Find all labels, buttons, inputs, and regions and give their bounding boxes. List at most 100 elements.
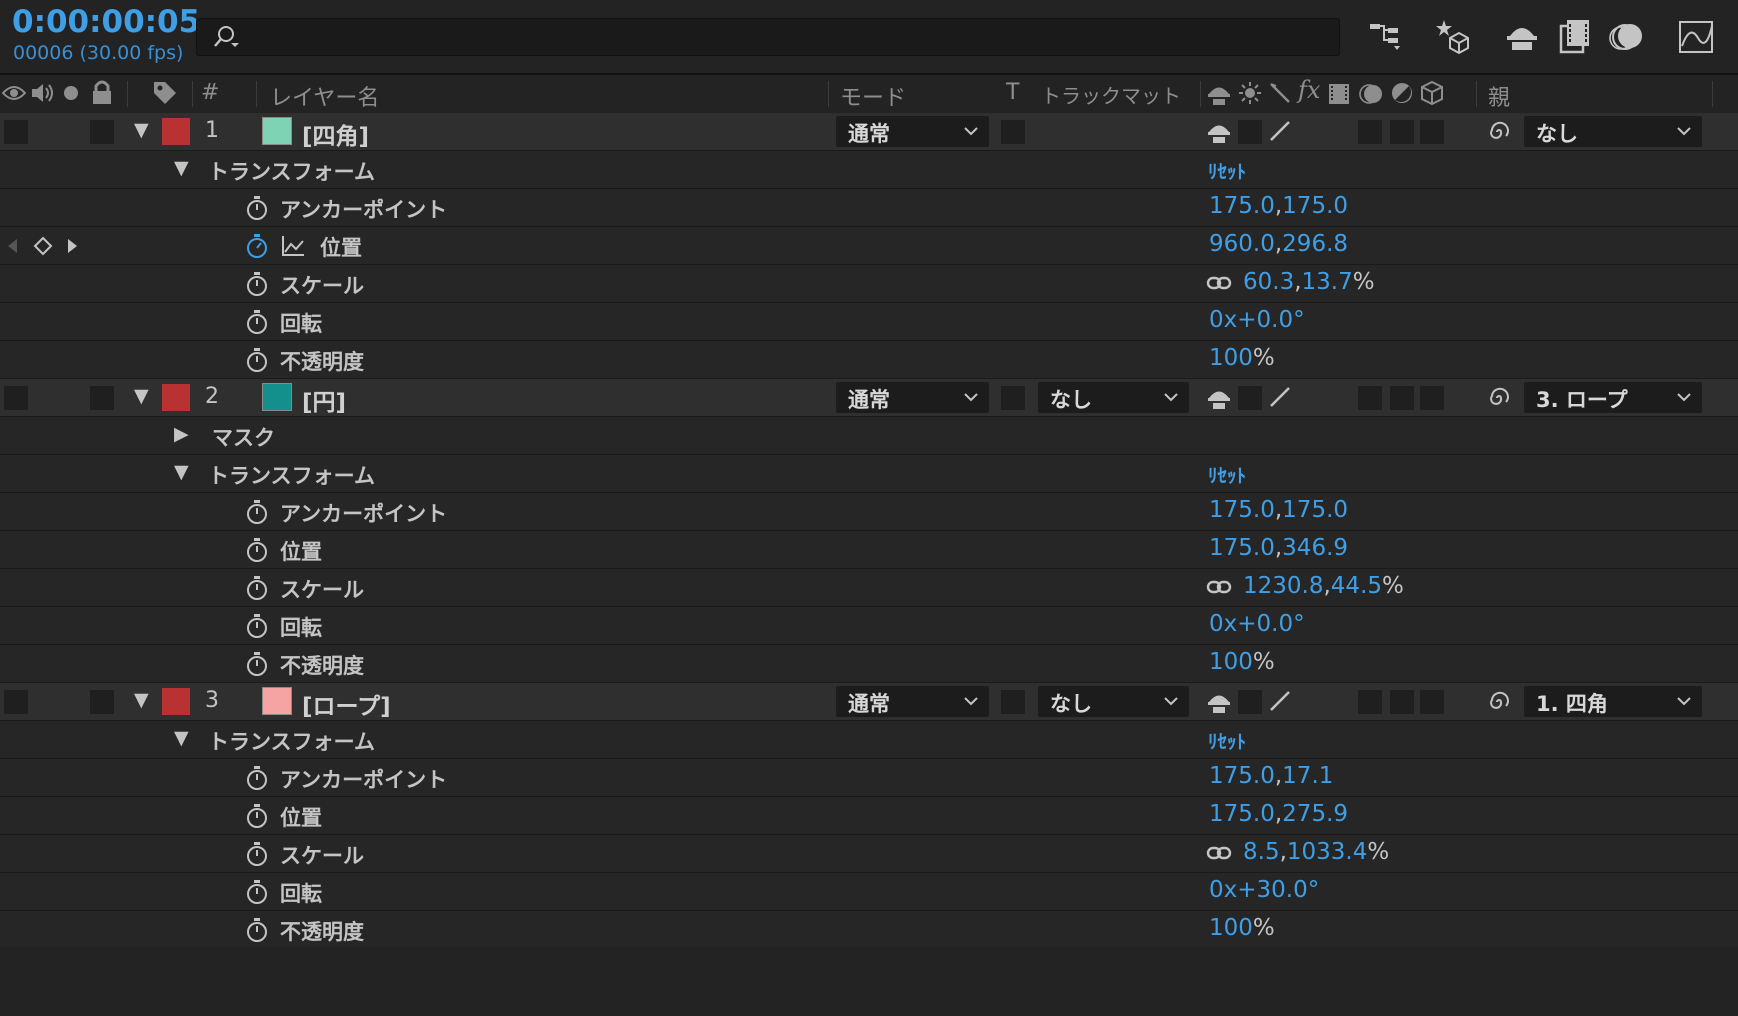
solo-dot-icon[interactable] — [63, 85, 79, 101]
parent-dropdown[interactable]: 3. ロープ — [1524, 382, 1702, 413]
value-x[interactable]: 1230.8 — [1243, 573, 1323, 599]
frame-blend-icon[interactable] — [1555, 16, 1595, 56]
motion-blur-icon[interactable] — [1608, 16, 1648, 56]
track-matte-dropdown[interactable]: なし — [1038, 382, 1189, 413]
value-y[interactable]: 296.8 — [1282, 231, 1348, 257]
value-y[interactable]: 175.0 — [1282, 193, 1348, 219]
motion-blur-switch[interactable] — [1358, 386, 1382, 410]
stopwatch-icon[interactable] — [245, 537, 269, 563]
mode-dropdown[interactable]: 通常 — [836, 116, 989, 147]
reset-link[interactable]: ﾘｾｯﾄ — [1208, 157, 1246, 184]
value-x[interactable]: 175.0 — [1209, 193, 1275, 219]
stopwatch-icon[interactable] — [245, 841, 269, 867]
effect-fx-icon[interactable]: fx — [1298, 76, 1320, 104]
av-visibility-switch[interactable] — [4, 690, 28, 714]
reset-link[interactable]: ﾘｾｯﾄ — [1208, 727, 1246, 754]
shy-switch-icon[interactable] — [1206, 385, 1232, 411]
property-value[interactable]: 175.0,275.9 — [1209, 801, 1348, 827]
property-value[interactable]: 0x+0.0° — [1209, 307, 1305, 333]
property-value[interactable]: 1230.8,44.5% — [1243, 573, 1404, 599]
graph-editor-icon[interactable] — [1676, 16, 1716, 56]
value-x[interactable]: 175.0 — [1209, 497, 1275, 523]
collapsed-triangle-icon[interactable]: ▶ — [174, 423, 189, 445]
3d-switch[interactable] — [1420, 120, 1444, 144]
layer-name[interactable]: [四角] — [302, 117, 369, 151]
layer-name[interactable]: [ロープ] — [302, 687, 391, 721]
adjustment-switch[interactable] — [1390, 120, 1414, 144]
value-y[interactable]: 44.5 — [1331, 573, 1382, 599]
adjustment-layer-icon[interactable] — [1390, 81, 1414, 105]
reset-link[interactable]: ﾘｾｯﾄ — [1208, 461, 1246, 488]
shy-switch-icon[interactable] — [1206, 689, 1232, 715]
current-time-display[interactable]: 0:00:00:05 — [12, 4, 200, 40]
lock-icon[interactable] — [91, 79, 113, 105]
label-tag-icon[interactable] — [152, 80, 178, 106]
property-value[interactable]: 175.0,17.1 — [1209, 763, 1333, 789]
3d-layer-icon[interactable] — [1420, 80, 1444, 106]
value-x[interactable]: 175.0 — [1209, 763, 1275, 789]
collapse-sun-icon[interactable] — [1238, 81, 1262, 105]
property-value[interactable]: 175.0,346.9 — [1209, 535, 1348, 561]
shy-switch-icon[interactable] — [1206, 119, 1232, 145]
value-x[interactable]: 100 — [1209, 345, 1253, 371]
stopwatch-icon[interactable] — [245, 651, 269, 677]
quality-switch-icon[interactable] — [1268, 689, 1292, 713]
shy-icon[interactable] — [1502, 16, 1542, 56]
value-x[interactable]: 175.0 — [1209, 801, 1275, 827]
value-x[interactable]: 8.5 — [1243, 839, 1280, 865]
pick-whip-icon[interactable] — [1486, 689, 1512, 715]
stopwatch-icon[interactable] — [245, 803, 269, 829]
frame-blend-switch-icon[interactable] — [1326, 81, 1352, 107]
value-y[interactable]: 346.9 — [1282, 535, 1348, 561]
adjustment-switch[interactable] — [1390, 690, 1414, 714]
speaker-icon[interactable] — [30, 81, 56, 105]
transform-group-row[interactable]: ▼ トランスフォーム ﾘｾｯﾄ — [0, 721, 1738, 759]
stopwatch-icon[interactable] — [245, 765, 269, 791]
layer-name[interactable]: [円] — [302, 383, 346, 417]
label-color-swatch[interactable] — [162, 688, 190, 715]
pick-whip-icon[interactable] — [1486, 385, 1512, 411]
chain-link-icon[interactable] — [1206, 274, 1232, 292]
keyframe-diamond-icon[interactable] — [33, 236, 53, 256]
transform-group-row[interactable]: ▼ トランスフォーム ﾘｾｯﾄ — [0, 151, 1738, 189]
transform-group-row[interactable]: ▼ トランスフォーム ﾘｾｯﾄ — [0, 455, 1738, 493]
av-visibility-switch[interactable] — [4, 386, 28, 410]
label-color-swatch[interactable] — [162, 384, 190, 411]
stopwatch-icon[interactable] — [245, 271, 269, 297]
stopwatch-icon[interactable] — [245, 613, 269, 639]
label-color-swatch[interactable] — [162, 118, 190, 145]
lock-switch[interactable] — [90, 120, 114, 144]
value-x[interactable]: 100 — [1209, 649, 1253, 675]
parent-dropdown[interactable]: 1. 四角 — [1524, 686, 1702, 717]
stopwatch-active-icon[interactable] — [245, 233, 269, 259]
expand-triangle-icon[interactable]: ▼ — [174, 157, 189, 179]
graph-icon[interactable] — [281, 235, 305, 257]
layer-row-2[interactable]: ▼ 2 [円] 通常 なし 3. ロープ — [0, 379, 1738, 417]
value-x[interactable]: 100 — [1209, 915, 1253, 941]
value-y[interactable]: 13.7 — [1302, 269, 1353, 295]
value-y[interactable]: 175.0 — [1282, 497, 1348, 523]
adjustment-switch[interactable] — [1390, 386, 1414, 410]
quality-switch-icon[interactable] — [1268, 119, 1292, 143]
property-value[interactable]: 100% — [1209, 915, 1275, 941]
stopwatch-icon[interactable] — [245, 499, 269, 525]
flowchart-icon[interactable] — [1366, 16, 1406, 56]
property-value[interactable]: 960.0,296.8 — [1209, 231, 1348, 257]
expand-triangle-icon[interactable]: ▼ — [134, 385, 149, 407]
preserve-transparency-switch[interactable] — [1001, 120, 1025, 144]
layer-row-3[interactable]: ▼ 3 [ロープ] 通常 なし 1. 四角 — [0, 683, 1738, 721]
property-value[interactable]: 8.5,1033.4% — [1243, 839, 1389, 865]
eye-icon[interactable] — [2, 83, 26, 103]
property-value[interactable]: 0x+0.0° — [1209, 611, 1305, 637]
mode-dropdown[interactable]: 通常 — [836, 686, 989, 717]
value-y[interactable]: 1033.4 — [1287, 839, 1367, 865]
pick-whip-icon[interactable] — [1486, 119, 1512, 145]
value-x[interactable]: 175.0 — [1209, 535, 1275, 561]
shy-switch-icon[interactable] — [1206, 81, 1232, 107]
motion-blur-switch-icon[interactable] — [1358, 81, 1384, 107]
motion-blur-switch[interactable] — [1358, 690, 1382, 714]
expand-triangle-icon[interactable]: ▼ — [134, 119, 149, 141]
lock-switch[interactable] — [90, 386, 114, 410]
property-value[interactable]: 0x+30.0° — [1209, 877, 1319, 903]
next-keyframe-icon[interactable] — [67, 238, 79, 254]
